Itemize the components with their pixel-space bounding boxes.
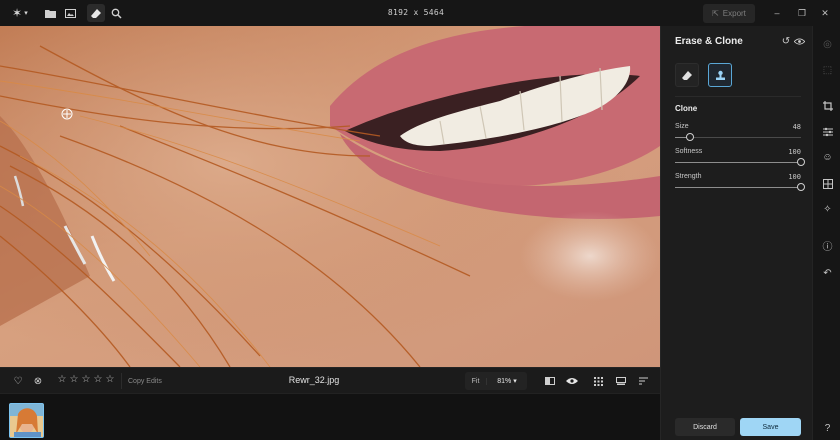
layers-icon[interactable]: ◎ (821, 38, 834, 51)
clone-section-title: Clone (675, 104, 698, 113)
zoom-select[interactable]: 81% ▾ (487, 377, 527, 385)
save-button[interactable]: Save (740, 418, 801, 436)
filmstrip-view-icon[interactable] (614, 374, 628, 388)
strength-slider[interactable]: Strength 100 (675, 173, 805, 195)
eye-icon[interactable] (565, 374, 579, 388)
chevron-down-icon: ▾ (513, 378, 517, 385)
minimize-icon[interactable]: – (771, 7, 783, 19)
export-icon: ⇱ (712, 9, 719, 18)
history-icon[interactable]: ↶ (821, 267, 834, 280)
slider-handle[interactable] (797, 183, 805, 191)
restore-icon[interactable]: ❐ (796, 7, 808, 19)
clone-tool-button[interactable] (708, 63, 732, 87)
eraser-icon (681, 70, 692, 80)
slider-fill (675, 187, 801, 188)
adjust-icon[interactable] (821, 125, 834, 138)
effects-icon[interactable]: ✧ (821, 203, 834, 216)
photo-thumbnail[interactable] (9, 403, 44, 438)
tool-rail: ◎ ⬚ ☺ ✧ ⓘ ↶ ? (812, 26, 840, 440)
size-slider[interactable]: Size 48 (675, 123, 801, 145)
grid-view-icon[interactable] (591, 374, 605, 388)
slider-value: 100 (788, 173, 801, 181)
slider-value: 48 (792, 123, 801, 131)
zoom-value: 81% (497, 378, 512, 385)
slider-fill (675, 162, 801, 163)
slider-handle[interactable] (797, 158, 805, 166)
photo-canvas[interactable] (0, 26, 660, 367)
zoom-control: Fit 81% ▾ (465, 372, 527, 390)
photo-image (0, 26, 660, 367)
filmstrip (0, 393, 660, 440)
reset-icon[interactable]: ↺ (780, 35, 792, 47)
sort-icon[interactable] (636, 374, 650, 388)
portrait-icon[interactable]: ☺ (821, 151, 834, 164)
crop-icon[interactable] (821, 99, 834, 112)
erase-tool-button[interactable] (675, 63, 699, 87)
stamp-icon (715, 70, 725, 80)
select-icon[interactable]: ⬚ (821, 64, 834, 77)
divider (675, 96, 801, 97)
bottom-toolbar: ♡ ⊗ ☆ ☆ ☆ ☆ ☆ Copy Edits Rewr_32.jpg Fit… (0, 367, 660, 393)
presets-icon[interactable] (821, 177, 834, 190)
slider-label: Softness (675, 148, 703, 155)
compare-icon[interactable] (543, 374, 557, 388)
file-name: Rewr_32.jpg (288, 375, 340, 385)
slider-label: Strength (675, 173, 702, 180)
slider-handle[interactable] (686, 133, 695, 141)
discard-button[interactable]: Discard (675, 418, 735, 436)
slider-label: Size (675, 123, 689, 130)
top-toolbar: ✶ ▾ 8192 x 5464 ⇱ Export – ❐ ✕ (0, 0, 840, 26)
close-icon[interactable]: ✕ (819, 7, 831, 19)
softness-slider[interactable]: Softness 100 (675, 148, 805, 170)
help-icon[interactable]: ? (821, 422, 834, 435)
info-icon[interactable]: ⓘ (821, 239, 834, 253)
edit-panel: Erase & Clone ↺ Clone Size 48 Softness 1… (660, 26, 812, 440)
slider-value: 100 (788, 148, 801, 156)
panel-title: Erase & Clone (675, 36, 743, 47)
export-button[interactable]: ⇱ Export (703, 4, 755, 23)
fit-button[interactable]: Fit (465, 377, 487, 385)
export-label: Export (722, 9, 746, 18)
eye-icon[interactable] (792, 35, 806, 47)
